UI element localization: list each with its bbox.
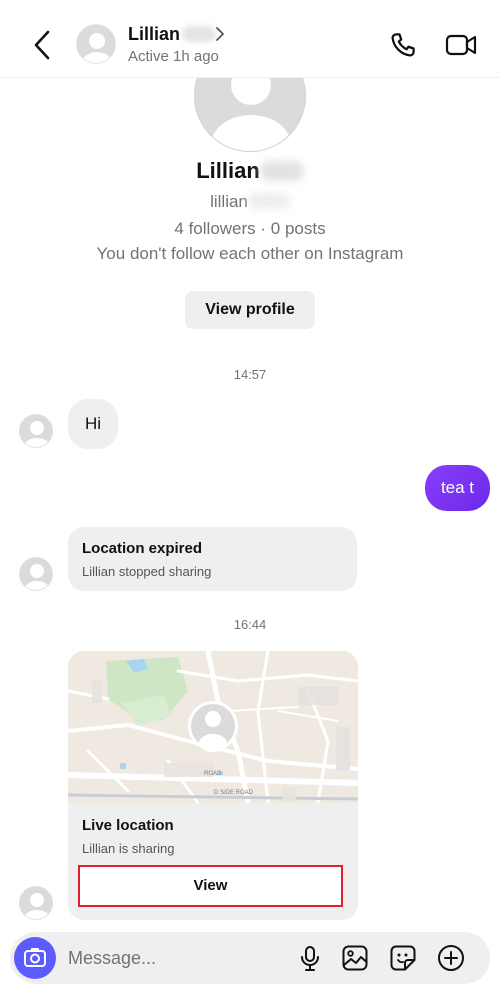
view-location-button[interactable]: View <box>78 865 343 907</box>
profile-name-text: Lillian <box>196 158 260 183</box>
card-subtitle: Lillian stopped sharing <box>82 564 212 579</box>
blurred-name-part <box>182 26 217 42</box>
message-text: Hi <box>84 414 102 433</box>
card-title: Location expired <box>82 540 203 557</box>
header-name-text: Lillian <box>128 24 181 44</box>
follow-relationship-note: You don't follow each other on Instagram <box>96 244 404 263</box>
card-title: Live location <box>82 817 174 834</box>
blurred-name-part <box>259 161 304 181</box>
profile-username-text: lillian <box>210 192 248 211</box>
gallery-icon[interactable] <box>341 944 369 972</box>
active-status: Active 1h ago <box>128 48 219 65</box>
microphone-icon[interactable] <box>296 944 324 972</box>
sticker-icon[interactable] <box>389 944 417 972</box>
live-location-card[interactable]: ROAD D SIDE ROAD Live location Lillian i… <box>68 651 358 920</box>
message-input[interactable] <box>68 946 278 970</box>
message-composer <box>10 932 490 984</box>
add-plus-icon[interactable] <box>437 944 465 972</box>
profile-username: lillian <box>0 192 500 212</box>
sender-avatar[interactable] <box>19 886 53 920</box>
map-road-label: D SIDE ROAD <box>214 790 254 796</box>
sender-avatar[interactable] <box>19 557 53 591</box>
chat-header: Lillian Active 1h ago <box>0 0 500 78</box>
video-call-icon[interactable] <box>444 30 478 60</box>
message-text: tea t <box>440 478 475 497</box>
header-avatar[interactable] <box>76 24 116 64</box>
profile-name: Lillian <box>0 158 500 184</box>
camera-icon[interactable] <box>14 937 56 979</box>
sender-avatar[interactable] <box>19 414 53 448</box>
map-road-label: ROAD <box>204 771 222 777</box>
back-arrow-icon[interactable] <box>28 28 56 62</box>
blurred-username-part <box>247 193 290 209</box>
location-map[interactable]: ROAD D SIDE ROAD <box>68 651 358 803</box>
incoming-message[interactable]: Hi <box>68 399 118 449</box>
header-contact-name[interactable]: Lillian <box>128 24 217 45</box>
phone-call-icon[interactable] <box>388 30 418 60</box>
outgoing-message[interactable]: tea t <box>425 465 490 511</box>
location-expired-card[interactable]: Location expired Lillian stopped sharing <box>68 527 357 591</box>
view-profile-button[interactable]: View profile <box>185 291 315 329</box>
timestamp: 16:44 <box>233 617 267 632</box>
card-subtitle: Lillian is sharing <box>82 841 175 856</box>
chevron-right-icon[interactable] <box>214 25 226 43</box>
timestamp: 14:57 <box>233 367 267 382</box>
profile-stats: 4 followers · 0 posts <box>174 219 326 238</box>
